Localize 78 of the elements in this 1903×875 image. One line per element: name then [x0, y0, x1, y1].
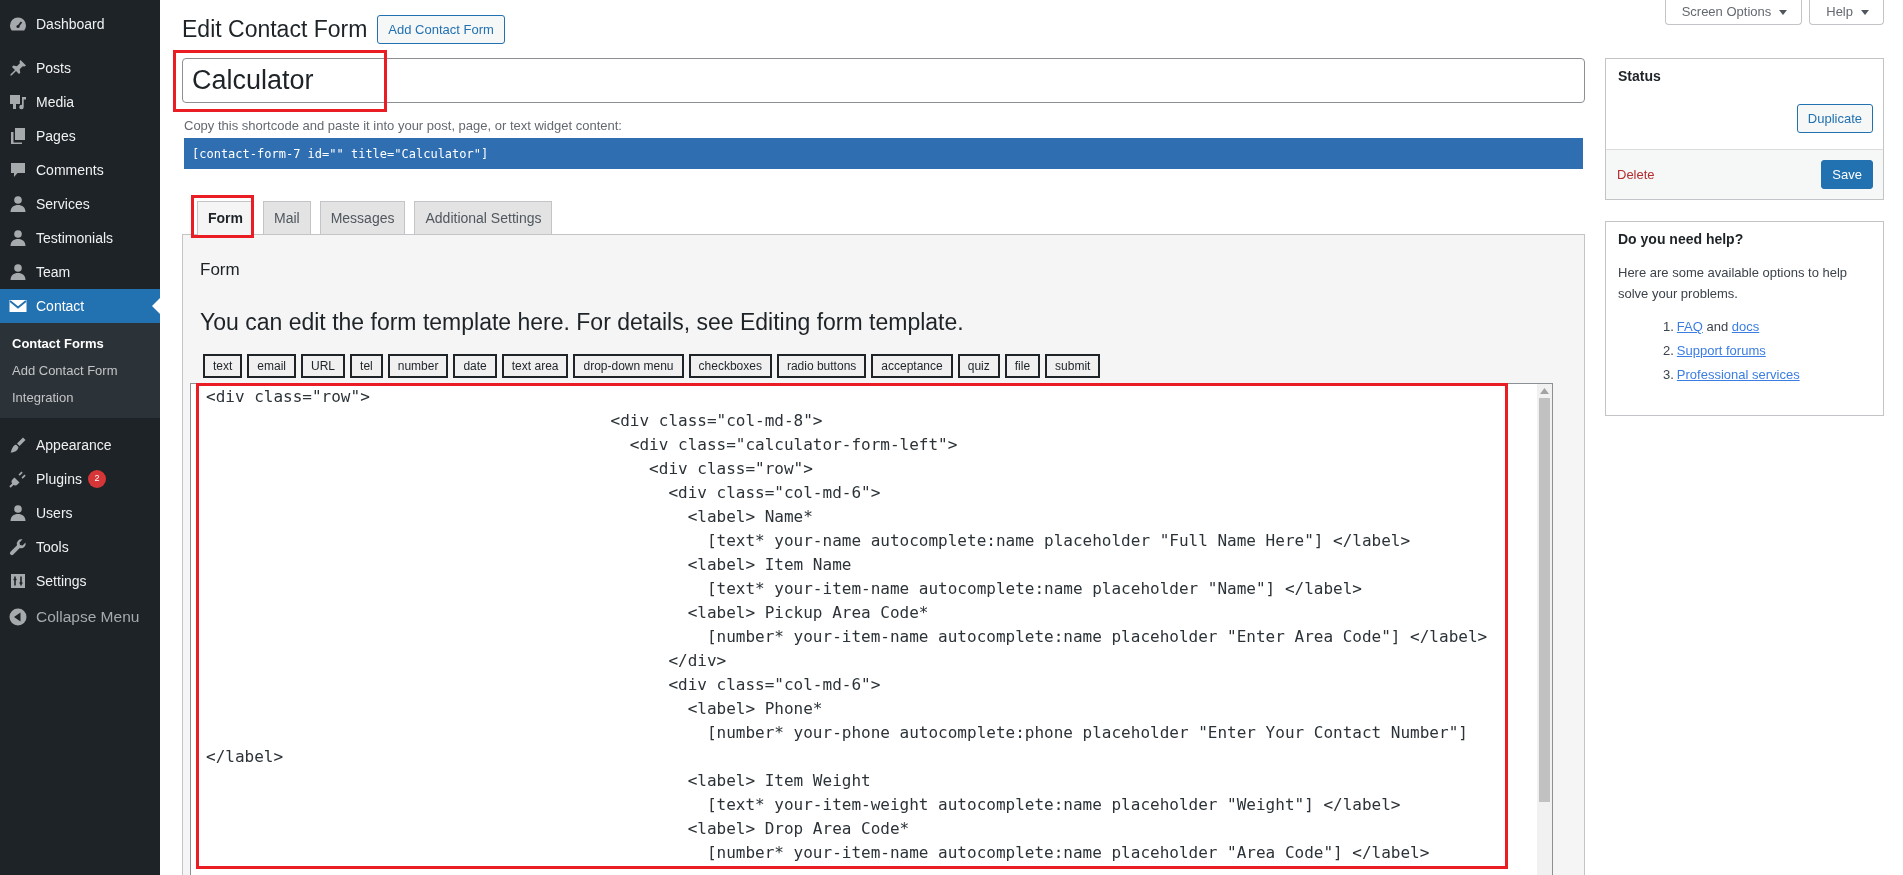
editing-guide-link[interactable]: Editing form template	[739, 309, 958, 335]
help-text: Here are some available options to help solve your problems.	[1618, 264, 1849, 303]
wrench-icon	[8, 537, 28, 557]
sidebar-item[interactable]: Tools	[0, 530, 160, 564]
sidebar-item[interactable]: Plugins 2	[0, 462, 160, 496]
collapse-menu-button[interactable]: Collapse Menu	[0, 598, 160, 636]
list-number: 2.	[1663, 342, 1674, 360]
pin-icon	[8, 58, 28, 78]
tag-generator-button[interactable]: submit	[1045, 354, 1101, 378]
sidebar-item[interactable]: Contact	[0, 289, 160, 323]
tag-generator-button[interactable]: radio buttons	[776, 354, 867, 378]
title-field[interactable]: Calculator	[182, 58, 1585, 103]
submenu-item[interactable]: Contact Forms	[0, 330, 160, 357]
page-title: Edit Contact Form	[182, 15, 368, 44]
caret-down-icon	[1861, 9, 1869, 15]
shortcode-field[interactable]: [contact-form-7 id="" title="Calculator"]	[184, 138, 1583, 169]
update-count-badge: 2	[87, 470, 106, 488]
sidebar-item[interactable]: Testimonials	[0, 221, 160, 255]
shortcode-hint: Copy this shortcode and paste it into your post, page, or text widget content:	[183, 117, 623, 135]
tab[interactable]: Mail	[263, 201, 311, 234]
tag-generator-button[interactable]: email	[247, 354, 297, 378]
person-icon	[8, 503, 28, 523]
sidebar-item[interactable]: Appearance	[0, 428, 160, 462]
status-heading: Status	[1617, 67, 1662, 86]
help-heading: Do you need help?	[1618, 230, 1745, 249]
sidebar-item[interactable]: Dashboard	[0, 7, 160, 41]
submenu-item[interactable]: Integration	[0, 384, 160, 411]
tab[interactable]: Additional Settings	[414, 201, 553, 234]
sidebar-item[interactable]: Posts	[0, 51, 160, 85]
duplicate-button[interactable]: Duplicate	[1796, 104, 1873, 133]
person-icon	[8, 194, 28, 214]
photo-music-icon	[8, 92, 28, 112]
list-number: 3.	[1663, 366, 1674, 384]
help-link[interactable]: FAQ	[1676, 319, 1703, 334]
caret-up-icon	[1540, 388, 1549, 394]
sidebar-item[interactable]: Settings	[0, 564, 160, 598]
documents-icon	[8, 126, 28, 146]
caret-down-icon	[1779, 9, 1788, 15]
tab[interactable]: Messages	[319, 201, 406, 234]
sliders-icon	[8, 571, 28, 591]
tag-generator-button[interactable]: URL	[301, 354, 346, 378]
help-link[interactable]: docs	[1731, 319, 1760, 334]
save-button[interactable]: Save	[1821, 160, 1873, 189]
sidebar-item[interactable]: Users	[0, 496, 160, 530]
tag-generator-button[interactable]: file	[1004, 354, 1041, 378]
paintbrush-icon	[8, 435, 28, 455]
code-editor[interactable]: <div class="row"> <div class="col-md-8"> <div class="calculator-form-left"> <div class="row"> <div class="col-md-6"> <label> Name* [text* your-name autocomplete:name placeholder "Full Name Here"] </label> <label> Item Name [text* your-item-name autocomplete:name placeholder "Name"] </label> <label> Pickup Area Code* [number* your-item-name autocomplete:name placeholder "Enter Area Code"] </label> </div> <div class="col-md-6"> <label> Phone* [number* your-phone autocomplete:phone placeholder "Enter Your Contact Number"] </label> <label> Item Weight [text* your-item-weight autocomplete:name placeholder "Weight"] </label> <label> Drop Area Code* [number* your-item-name autocomplete:name placeholder "Area Code"] </label>	[190, 383, 1553, 875]
tag-generator-button[interactable]: acceptance	[871, 354, 953, 378]
scrollbar-thumb[interactable]	[1539, 398, 1550, 802]
panel-heading: Form	[200, 259, 241, 281]
sidebar-item[interactable]: Pages	[0, 119, 160, 153]
help-link[interactable]: Support forums	[1676, 343, 1766, 358]
tag-generator-button[interactable]: date	[453, 354, 497, 378]
sidebar-item[interactable]: Services	[0, 187, 160, 221]
sidebar-item[interactable]: Comments	[0, 153, 160, 187]
delete-link[interactable]: Delete	[1617, 164, 1655, 185]
tab[interactable]: Form	[197, 201, 254, 235]
tag-generator-button[interactable]: checkboxes	[688, 354, 772, 378]
person-icon	[8, 262, 28, 282]
tag-generator-button[interactable]: text area	[501, 354, 569, 378]
submenu-item[interactable]: Add Contact Form	[0, 357, 160, 384]
tag-generator-button[interactable]: drop-down menu	[573, 354, 684, 378]
tag-generator-button[interactable]: quiz	[957, 354, 1000, 378]
help-button[interactable]: Help	[1809, 0, 1884, 25]
sidebar-item[interactable]: Media	[0, 85, 160, 119]
tag-generator-button[interactable]: text	[203, 354, 243, 378]
intro-text: You can edit the form template here. For details, see Editing form template.	[200, 308, 965, 337]
tag-generator-button[interactable]: tel	[350, 354, 383, 378]
add-contact-form-button[interactable]: Add Contact Form	[377, 15, 505, 44]
help-link[interactable]: Professional services	[1676, 367, 1800, 382]
person-icon	[8, 228, 28, 248]
list-number: 1.	[1663, 318, 1674, 336]
screen-options-button[interactable]: Screen Options	[1664, 0, 1803, 25]
sidebar-item[interactable]: Team	[0, 255, 160, 289]
tag-generator-button[interactable]: number	[387, 354, 449, 378]
plug-icon	[8, 469, 28, 489]
help-item-text: FAQ and docs	[1676, 318, 1760, 336]
pointer-triangle-icon	[152, 298, 160, 314]
